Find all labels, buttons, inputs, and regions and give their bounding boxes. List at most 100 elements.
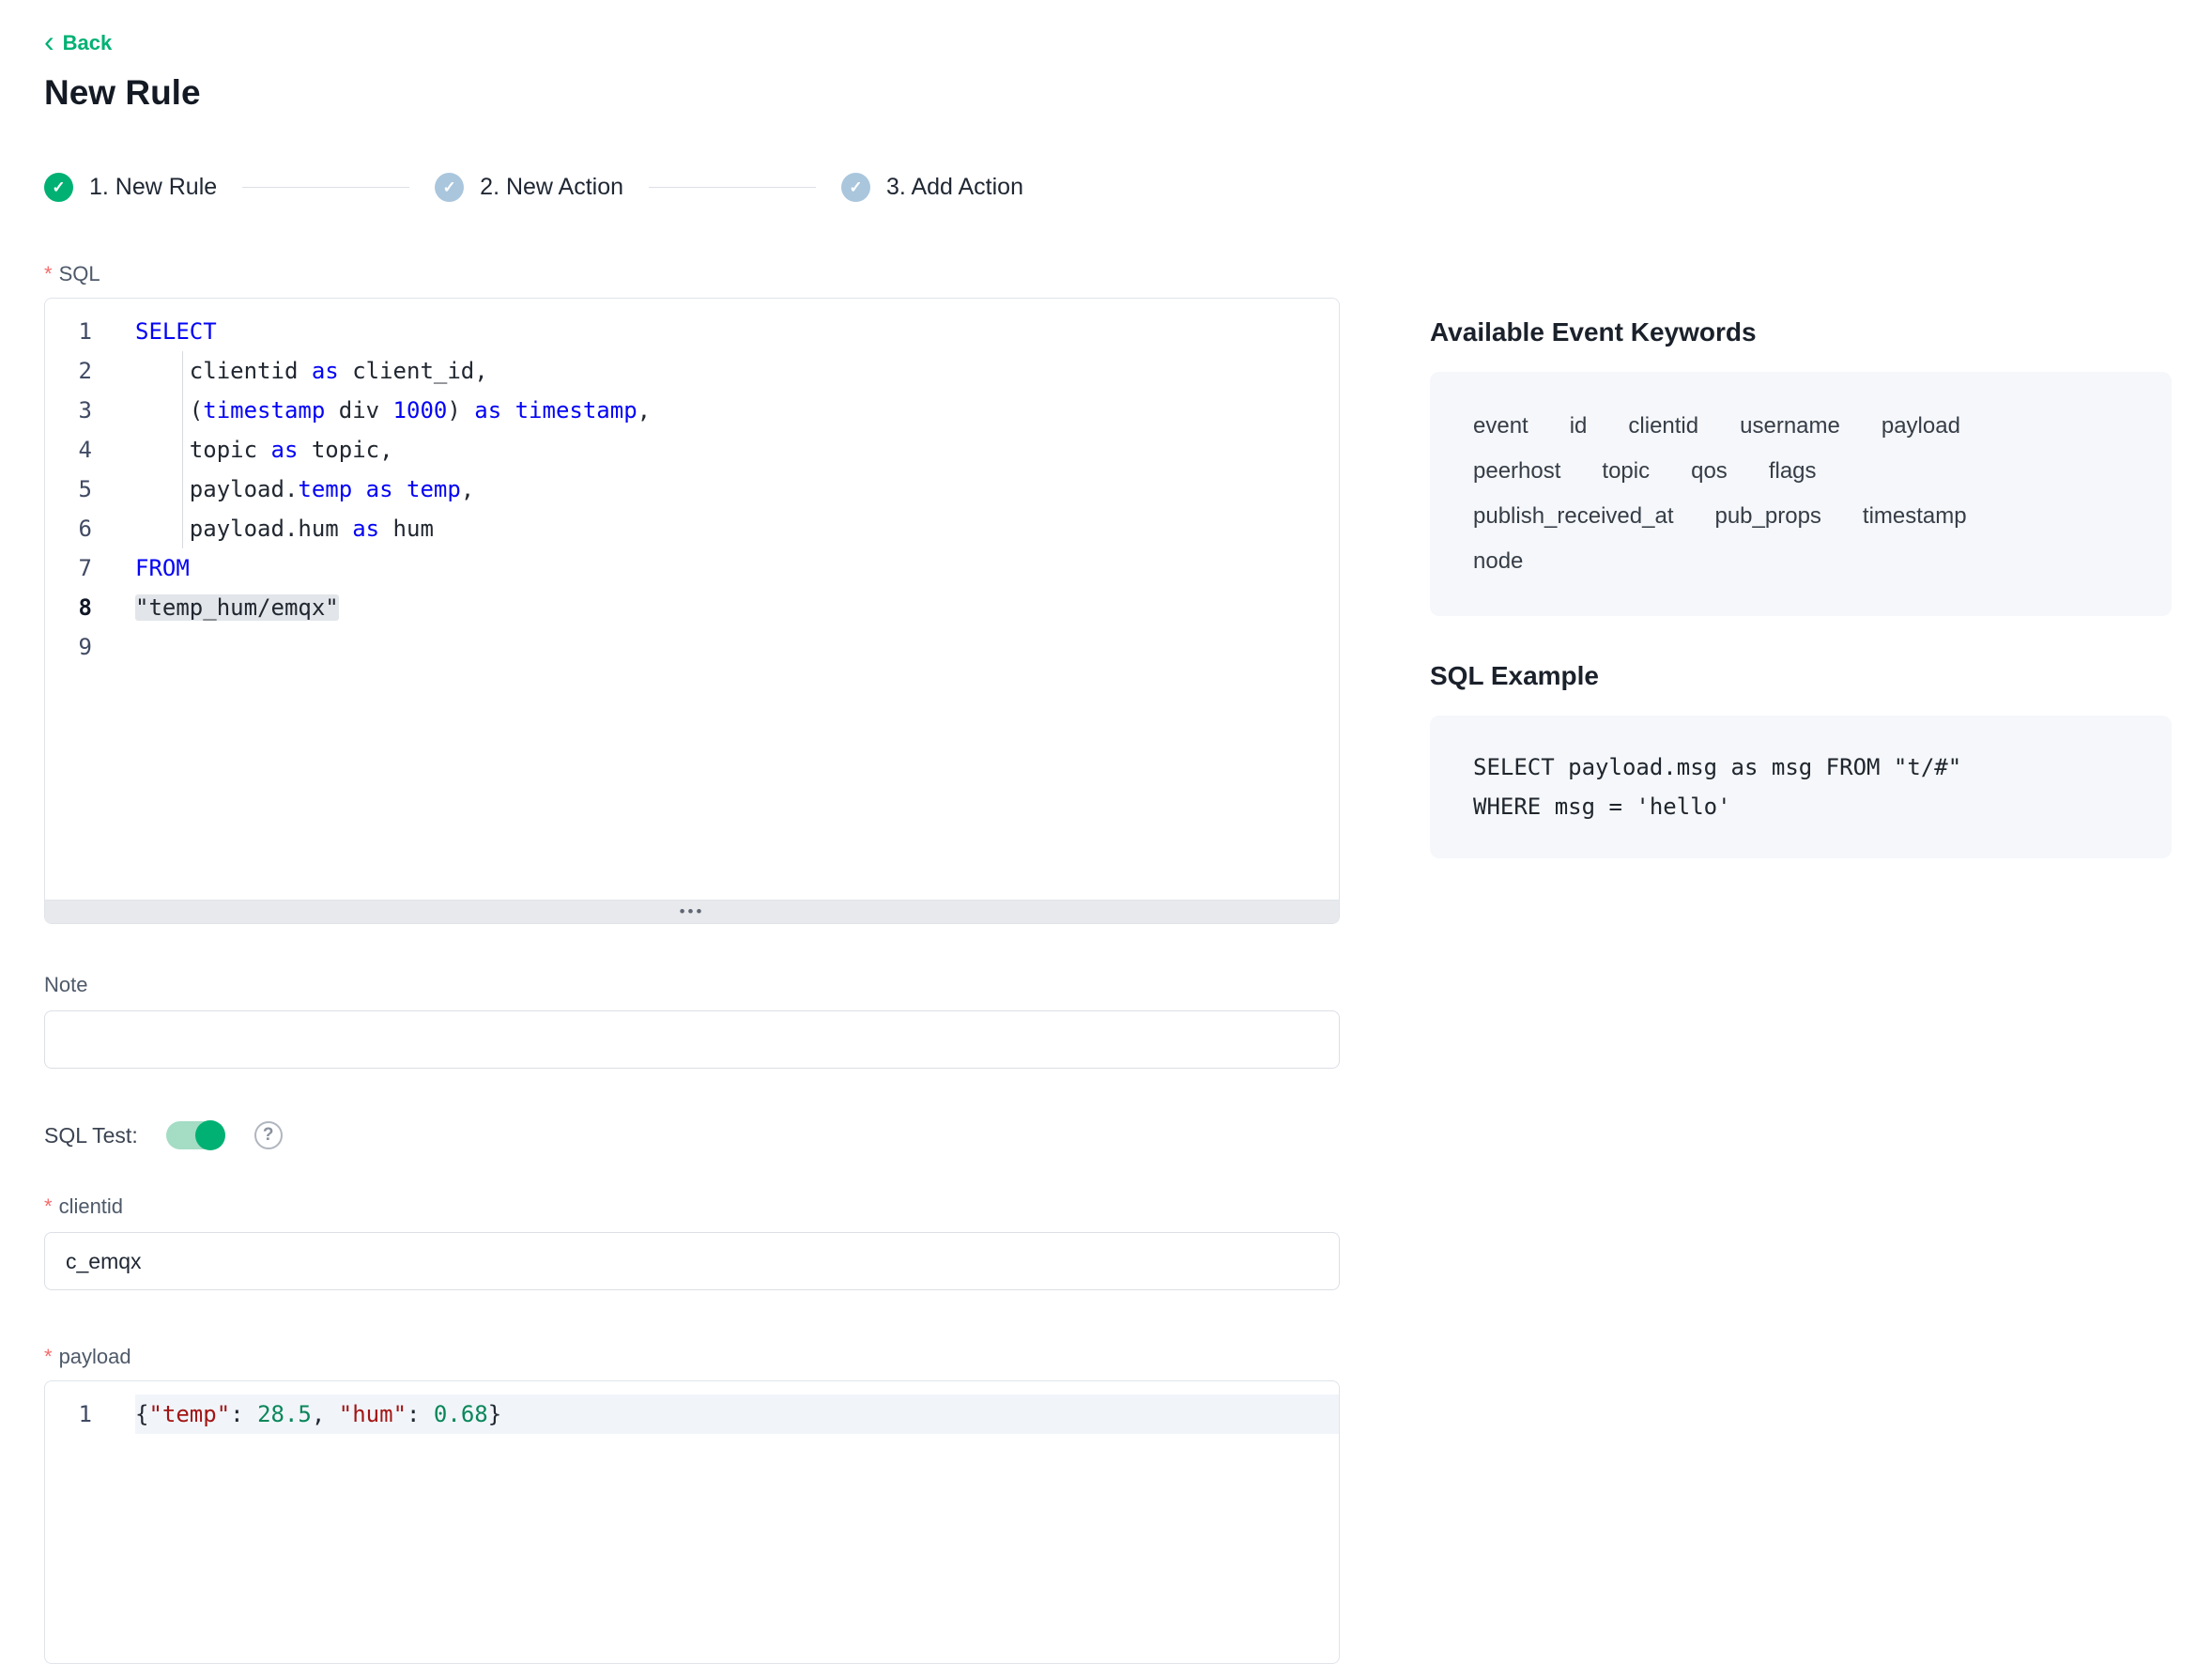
line-number: 6: [45, 509, 92, 548]
line-number-gutter: 1: [45, 1381, 107, 1663]
code-token: SELECT: [135, 318, 217, 345]
event-keyword: pub_props: [1714, 494, 1820, 539]
code-token: timestamp: [515, 397, 637, 424]
step-check-icon: ✓: [435, 173, 464, 202]
keyword-row: eventidclientidusernamepayload: [1473, 404, 2128, 449]
code-token: 28.5: [257, 1401, 312, 1427]
sql-editor[interactable]: 123456789SELECT clientid as client_id, (…: [44, 298, 1340, 924]
step-label: 1. New Rule: [89, 174, 217, 201]
note-input[interactable]: [44, 1010, 1340, 1069]
note-label-text: Note: [44, 973, 87, 997]
payload-editor[interactable]: 1{"temp": 28.5, "hum": 0.68}: [44, 1380, 1340, 1664]
line-number: 9: [45, 627, 92, 667]
required-asterisk: *: [44, 1194, 53, 1219]
code-token: payload.: [135, 476, 298, 502]
keyword-row: publish_received_at pub_props timestamp: [1473, 494, 2128, 539]
editor-resize-handle[interactable]: •••: [45, 900, 1339, 923]
code-token: timestamp: [203, 397, 325, 424]
code-token: 0.68: [434, 1401, 488, 1427]
event-keyword: clientid: [1628, 404, 1698, 449]
event-keyword: node: [1473, 539, 1523, 584]
resize-dots-icon: •••: [680, 907, 705, 917]
payload-code-area[interactable]: 1{"temp": 28.5, "hum": 0.68}: [45, 1381, 1339, 1663]
code-token: [393, 476, 407, 502]
back-link[interactable]: ‹ Back: [44, 31, 112, 55]
code-token: [352, 476, 365, 502]
line-number: 3: [45, 391, 92, 430]
sql-example-line: WHERE msg = 'hello': [1473, 787, 2128, 826]
clientid-input[interactable]: [44, 1232, 1340, 1290]
code-token: temp: [407, 476, 461, 502]
code-token: ,: [637, 397, 651, 424]
indent-guide: [182, 430, 183, 470]
code-token: 1000: [393, 397, 448, 424]
keywords-panel: eventidclientidusernamepayloadpeerhost to…: [1430, 372, 2172, 616]
event-keyword: flags: [1769, 449, 1817, 494]
sql-label-text: SQL: [59, 262, 100, 286]
step-label: 2. New Action: [480, 174, 623, 201]
sql-test-label: SQL Test:: [44, 1123, 138, 1148]
code-content[interactable]: {"temp": 28.5, "hum": 0.68}: [107, 1381, 1339, 1663]
code-token: as: [352, 516, 379, 542]
code-line: topic as topic,: [135, 430, 1339, 470]
code-token: }: [488, 1401, 501, 1427]
code-token: ,: [461, 476, 474, 502]
clientid-field-label: * clientid: [44, 1194, 1340, 1219]
code-token: as: [366, 476, 393, 502]
payload-label-text: payload: [59, 1345, 131, 1369]
step-item[interactable]: ✓ 1. New Rule: [44, 173, 217, 202]
code-token: ): [447, 397, 474, 424]
event-keyword: timestamp: [1863, 494, 1967, 539]
event-keyword: topic: [1602, 449, 1650, 494]
sql-example-title: SQL Example: [1430, 661, 2172, 691]
required-asterisk: *: [44, 1345, 53, 1369]
event-keyword: publish_received_at: [1473, 494, 1673, 539]
code-line: (timestamp div 1000) as timestamp,: [135, 391, 1339, 430]
sql-test-toggle[interactable]: [166, 1121, 224, 1149]
code-token: (: [135, 397, 203, 424]
code-token: as: [474, 397, 501, 424]
line-number: 7: [45, 548, 92, 588]
line-number: 4: [45, 430, 92, 470]
payload-field-label: * payload: [44, 1345, 1340, 1369]
code-token: as: [312, 358, 339, 384]
step-item[interactable]: ✓ 2. New Action: [435, 173, 623, 202]
sql-test-row: SQL Test: ?: [44, 1119, 1340, 1151]
code-token: :: [407, 1401, 434, 1427]
step-divider: [242, 187, 409, 188]
event-keyword: qos: [1691, 449, 1728, 494]
code-token: :: [230, 1401, 257, 1427]
code-token: client_id,: [339, 358, 488, 384]
event-keyword: peerhost: [1473, 449, 1560, 494]
code-token: {: [135, 1401, 148, 1427]
code-content[interactable]: SELECT clientid as client_id, (timestamp…: [107, 299, 1339, 900]
indent-guide: [182, 470, 183, 509]
step-divider: [649, 187, 816, 188]
main-column: ‹ Back New Rule ✓1. New Rule✓2. New Acti…: [44, 31, 1340, 1664]
help-icon[interactable]: ?: [254, 1121, 283, 1149]
sql-code-area[interactable]: 123456789SELECT clientid as client_id, (…: [45, 299, 1339, 900]
event-keyword: event: [1473, 404, 1528, 449]
code-token: topic,: [298, 437, 392, 463]
back-chevron-icon: ‹: [44, 31, 54, 52]
keywords-title: Available Event Keywords: [1430, 317, 2172, 347]
step-check-icon: ✓: [44, 173, 73, 202]
required-asterisk: *: [44, 262, 53, 286]
code-line: payload.hum as hum: [135, 509, 1339, 548]
sql-field-label: * SQL: [44, 262, 1340, 286]
line-number: 1: [45, 312, 92, 351]
code-line: FROM: [135, 548, 1339, 588]
code-line: SELECT: [135, 312, 1339, 351]
code-token: clientid: [135, 358, 312, 384]
toggle-knob: [195, 1120, 225, 1150]
indent-guide: [182, 509, 183, 548]
code-line: "temp_hum/emqx": [135, 588, 1339, 627]
step-item[interactable]: ✓3. Add Action: [841, 173, 1023, 202]
code-token: as: [271, 437, 299, 463]
code-line: payload.temp as temp,: [135, 470, 1339, 509]
code-line: [135, 627, 1339, 667]
code-token: topic: [135, 437, 271, 463]
code-token: ,: [312, 1401, 339, 1427]
code-token: payload.hum: [135, 516, 352, 542]
line-number: 2: [45, 351, 92, 391]
